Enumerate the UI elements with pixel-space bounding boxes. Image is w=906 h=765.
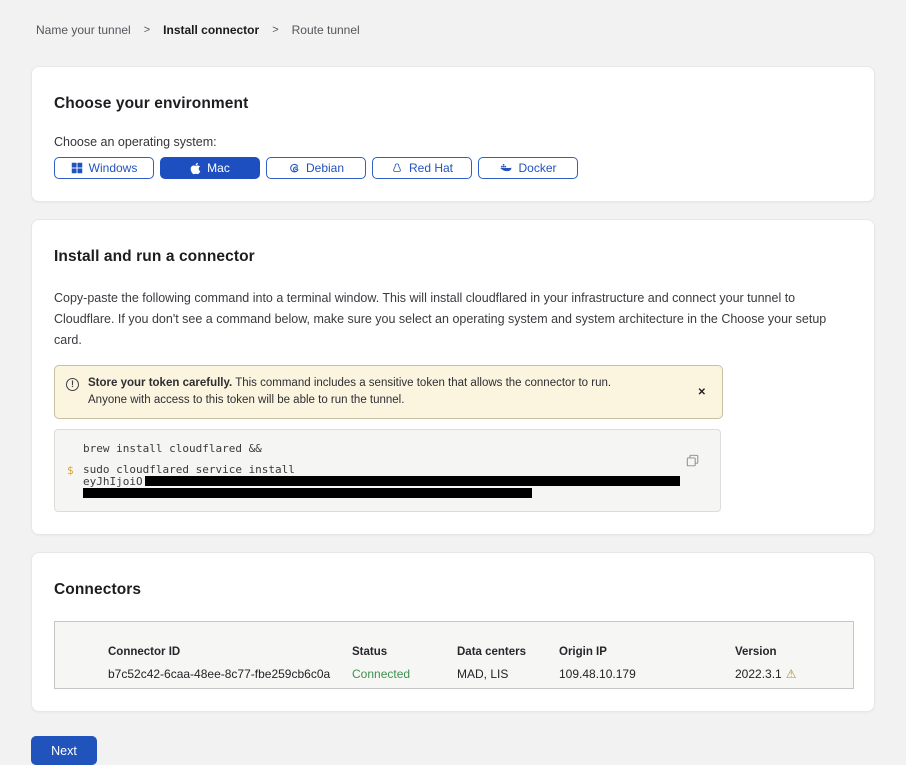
os-button-label: Mac bbox=[207, 161, 230, 175]
connectors-card-title: Connectors bbox=[54, 581, 852, 599]
os-button-windows[interactable]: Windows bbox=[54, 157, 154, 179]
connector-version-value: 2022.3.1 ⚠ bbox=[735, 667, 853, 681]
breadcrumb-separator: > bbox=[144, 24, 150, 36]
install-instructions: Copy-paste the following command into a … bbox=[54, 288, 852, 351]
choose-environment-card: Choose your environment Choose an operat… bbox=[31, 66, 875, 202]
copy-command-button[interactable] bbox=[686, 454, 700, 468]
token-warning-banner: ! Store your token carefully. This comma… bbox=[54, 365, 723, 419]
connector-id-value: b7c52c42-6caa-48ee-8c77-fbe259cb6c0a bbox=[108, 667, 352, 681]
os-button-redhat[interactable]: Red Hat bbox=[372, 157, 472, 179]
col-header-status: Status bbox=[352, 646, 457, 658]
os-button-label: Windows bbox=[89, 161, 138, 175]
col-header-connector-id: Connector ID bbox=[108, 646, 352, 658]
connectors-table: Connector ID Status Data centers Origin … bbox=[54, 621, 854, 689]
connector-data-centers-value: MAD, LIS bbox=[457, 667, 559, 681]
connectors-card: Connectors Connector ID Status Data cent… bbox=[31, 552, 875, 712]
os-select-label: Choose an operating system: bbox=[54, 135, 852, 149]
copy-icon bbox=[686, 456, 700, 471]
connectors-table-header: Connector ID Status Data centers Origin … bbox=[108, 646, 853, 658]
os-button-mac[interactable]: Mac bbox=[160, 157, 260, 179]
os-button-label: Red Hat bbox=[409, 161, 453, 175]
connector-table-row: b7c52c42-6caa-48ee-8c77-fbe259cb6c0a Con… bbox=[108, 667, 853, 681]
code-line-brew: brew install cloudflared && bbox=[55, 442, 720, 455]
apple-icon bbox=[190, 162, 201, 175]
os-button-label: Docker bbox=[518, 161, 556, 175]
docker-whale-icon bbox=[499, 162, 512, 174]
breadcrumb-step-route-tunnel[interactable]: Route tunnel bbox=[292, 23, 360, 37]
page: Name your tunnel > Install connector > R… bbox=[0, 0, 906, 765]
col-header-origin-ip: Origin IP bbox=[559, 646, 735, 658]
linux-penguin-icon bbox=[391, 162, 403, 175]
next-button[interactable]: Next bbox=[31, 736, 97, 765]
install-card-title: Install and run a connector bbox=[54, 248, 852, 266]
connector-status-value: Connected bbox=[352, 667, 457, 681]
redacted-token-bar bbox=[83, 488, 532, 498]
os-button-docker[interactable]: Docker bbox=[478, 157, 578, 179]
token-prefix: eyJhIjoiO bbox=[83, 476, 143, 488]
shell-prompt: $ bbox=[55, 464, 83, 498]
debian-swirl-icon bbox=[288, 162, 300, 174]
install-command-codeblock: brew install cloudflared && $ sudo cloud… bbox=[54, 429, 721, 512]
os-button-label: Debian bbox=[306, 161, 344, 175]
breadcrumb-separator: > bbox=[272, 24, 278, 36]
environment-card-title: Choose your environment bbox=[54, 95, 852, 113]
token-warning-lead: Store your token carefully. bbox=[88, 377, 232, 389]
os-button-group: Windows Mac Debian Red Hat bbox=[54, 157, 852, 179]
col-header-version: Version bbox=[735, 646, 853, 658]
breadcrumb-step-install-connector[interactable]: Install connector bbox=[163, 23, 259, 37]
windows-icon bbox=[71, 162, 83, 174]
col-header-data-centers: Data centers bbox=[457, 646, 559, 658]
connector-origin-ip-value: 109.48.10.179 bbox=[559, 667, 735, 681]
os-button-debian[interactable]: Debian bbox=[266, 157, 366, 179]
breadcrumb-step-name-tunnel[interactable]: Name your tunnel bbox=[36, 23, 131, 37]
redacted-token-bar bbox=[145, 476, 680, 486]
alert-circle-icon: ! bbox=[66, 378, 79, 391]
version-warning-icon: ⚠ bbox=[786, 667, 797, 681]
breadcrumb: Name your tunnel > Install connector > R… bbox=[36, 23, 875, 37]
code-line-service-install: sudo cloudflared service install bbox=[83, 464, 720, 476]
install-connector-card: Install and run a connector Copy-paste t… bbox=[31, 219, 875, 535]
token-warning-text: Store your token carefully. This command… bbox=[88, 375, 648, 409]
banner-close-button[interactable]: ✕ bbox=[694, 385, 710, 400]
